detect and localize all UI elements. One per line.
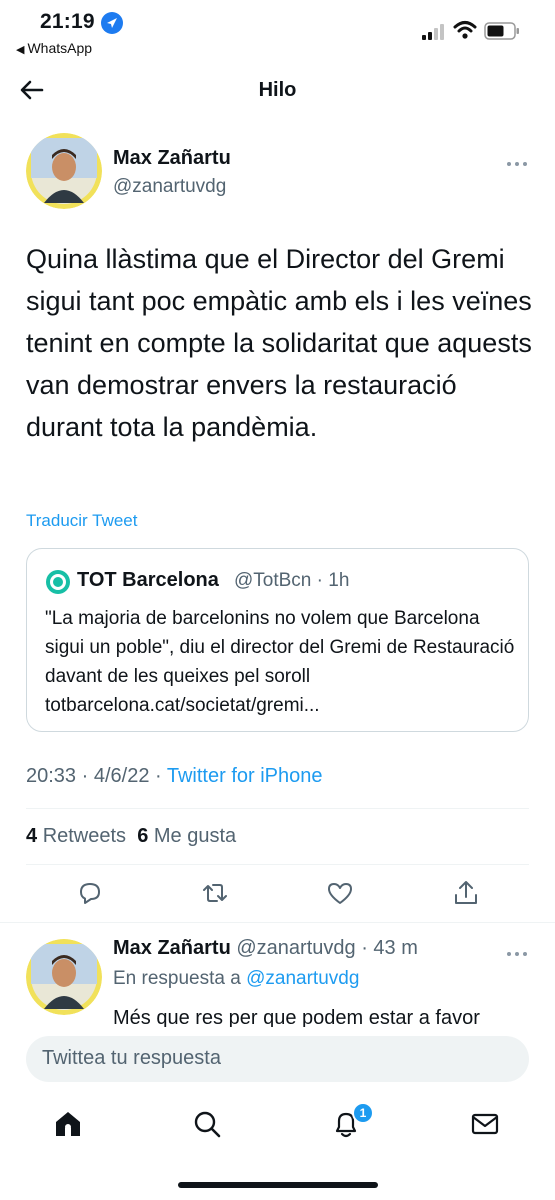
location-arrow-icon (101, 12, 123, 34)
reply-author-name[interactable]: Max Zañartu (113, 937, 231, 959)
back-to-app-link[interactable]: ◀ WhatsApp (16, 40, 92, 56)
envelope-icon[interactable] (469, 1108, 501, 1140)
quoted-tweet-card[interactable]: TOT Barcelona @TotBcn · 1h "La majoria d… (26, 548, 529, 732)
quoted-age: 1h (328, 570, 350, 591)
in-reply-to: En respuesta a @zanartuvdg (113, 968, 359, 990)
more-dots-icon[interactable] (506, 945, 528, 956)
tweet-timestamp: 20:33 · 4/6/22 · Twitter for iPhone (26, 765, 323, 787)
reply-icon[interactable] (75, 878, 105, 908)
tweet-time: 20:33 (26, 765, 77, 787)
compose-placeholder: Twittea tu respuesta (42, 1047, 221, 1069)
tweet-source-link[interactable]: Twitter for iPhone (167, 765, 323, 787)
quoted-author-name: TOT Barcelona (77, 569, 219, 591)
author-handle[interactable]: @zanartuvdg (113, 176, 226, 198)
home-icon[interactable] (52, 1108, 84, 1140)
tot-barcelona-logo-icon (45, 569, 71, 595)
divider (26, 808, 529, 809)
reply-author-handle[interactable]: @zanartuvdg (236, 937, 355, 959)
notification-badge: 1 (352, 1102, 374, 1124)
tweet-stats: 4 Retweets 6 Me gusta (26, 825, 236, 848)
quoted-author-meta: @TotBcn · 1h (234, 570, 350, 591)
more-dots-icon[interactable] (506, 155, 528, 166)
wifi-icon (453, 20, 477, 40)
reply-compose-input[interactable]: Twittea tu respuesta (26, 1036, 529, 1082)
quoted-tweet-text: "La majoria de barcelonins no volem que … (45, 608, 515, 716)
likes-count: 6 (137, 825, 149, 847)
home-indicator[interactable] (178, 1182, 378, 1188)
heart-icon[interactable] (325, 878, 355, 908)
reply-text-container: Més que res per que podem estar a favor (113, 1003, 533, 1027)
divider (0, 922, 555, 923)
back-app-label: WhatsApp (27, 40, 93, 56)
avatar[interactable] (26, 133, 102, 209)
battery-icon (484, 22, 520, 40)
reply-header: Max Zañartu @zanartuvdg · 43 m (113, 937, 418, 959)
share-icon[interactable] (451, 878, 481, 908)
retweets-stat[interactable]: 4 Retweets (26, 825, 126, 847)
retweets-count: 4 (26, 825, 38, 847)
likes-label: Me gusta (153, 825, 237, 847)
cellular-signal-icon (422, 24, 446, 40)
reply-age: 43 m (373, 937, 418, 959)
tweet-text: Quina llàstima que el Director del Gremi… (26, 244, 532, 442)
likes-stat[interactable]: 6 Me gusta (137, 825, 236, 847)
quoted-author-handle: @TotBcn (234, 570, 312, 591)
status-time: 21:19 (40, 10, 95, 33)
author-name[interactable]: Max Zañartu (113, 147, 231, 170)
retweet-icon[interactable] (200, 878, 230, 908)
top-navigation: Hilo (0, 62, 555, 118)
in-reply-prefix: En respuesta a (113, 968, 241, 989)
retweets-label: Retweets (42, 825, 127, 847)
back-triangle-icon: ◀ (16, 44, 25, 56)
in-reply-handle-link[interactable]: @zanartuvdg (246, 968, 359, 989)
tweet-date: 4/6/22 (93, 765, 150, 787)
translate-tweet-link[interactable]: Traducir Tweet (26, 511, 138, 531)
reply-avatar[interactable] (26, 939, 102, 1015)
search-icon[interactable] (191, 1108, 223, 1140)
reply-text: Més que res per que podem estar a favor (113, 1007, 480, 1027)
divider (26, 864, 529, 865)
page-title: Hilo (258, 79, 297, 101)
status-bar: 21:19 ◀ WhatsApp (0, 0, 555, 62)
